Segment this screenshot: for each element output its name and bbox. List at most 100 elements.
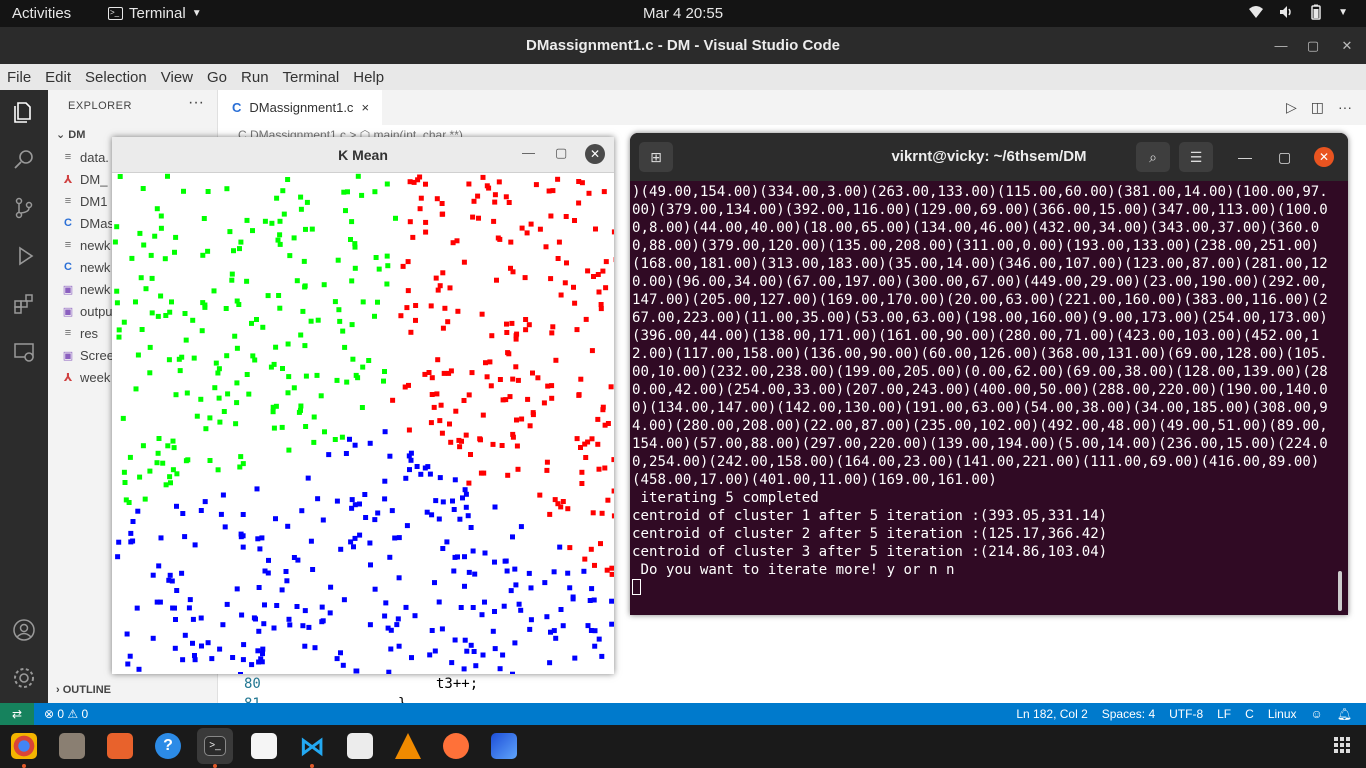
show-applications-icon[interactable]	[1334, 737, 1350, 753]
terminal-output[interactable]: )(49.00,154.00)(334.00,3.00)(263.00,133.…	[632, 181, 1336, 615]
run-debug-icon[interactable]	[12, 244, 36, 268]
menu-help[interactable]: Help	[346, 69, 391, 86]
terminal-window[interactable]: ⊞ vikrnt@vicky: ~/6thsem/DM ⌕ ☰ — ▢ ✕ )(…	[630, 133, 1348, 615]
postman-icon[interactable]	[443, 733, 469, 759]
scrollbar[interactable]	[1338, 571, 1342, 611]
data-point	[425, 464, 431, 470]
line-ending[interactable]: LF	[1217, 707, 1231, 721]
menu-run[interactable]: Run	[234, 69, 276, 86]
volume-icon	[1280, 6, 1291, 18]
cursor-position[interactable]: Ln 182, Col 2	[1016, 707, 1087, 721]
search-icon[interactable]: ⌕	[1136, 142, 1170, 172]
menu-selection[interactable]: Selection	[78, 69, 154, 86]
settings-gear-icon[interactable]	[12, 666, 36, 690]
files-icon[interactable]	[59, 733, 85, 759]
maximize-button[interactable]: ▢	[1298, 27, 1328, 64]
file-item[interactable]: ⅄ week	[62, 366, 111, 388]
more-actions-icon[interactable]: ···	[188, 94, 204, 112]
remote-indicator-icon[interactable]: ⇄	[0, 703, 34, 725]
data-point	[583, 316, 589, 322]
data-point	[492, 199, 498, 205]
menu-edit[interactable]: Edit	[38, 69, 78, 86]
file-item[interactable]: ≡ newk	[62, 234, 111, 256]
more-actions-icon[interactable]: ···	[1338, 99, 1352, 116]
data-point	[490, 628, 496, 634]
chrome-icon[interactable]	[11, 733, 37, 759]
indentation[interactable]: Spaces: 4	[1102, 707, 1155, 721]
language-mode[interactable]: C	[1245, 707, 1254, 721]
problems-indicator[interactable]: ⊗ 0 ⚠ 0	[44, 707, 88, 721]
wireshark-icon[interactable]	[491, 733, 517, 759]
file-item[interactable]: ≡ data.	[62, 146, 109, 168]
software-center-icon[interactable]	[107, 733, 133, 759]
file-item[interactable]: ⅄ DM_	[62, 168, 108, 190]
activities-button[interactable]: Activities	[12, 5, 71, 22]
data-point	[537, 492, 543, 498]
data-point	[138, 275, 144, 281]
menu-go[interactable]: Go	[200, 69, 234, 86]
data-point	[482, 550, 488, 556]
minimize-button[interactable]: —	[1266, 27, 1296, 64]
feedback-icon[interactable]: ☺	[1311, 707, 1323, 721]
document-viewer-icon[interactable]	[347, 733, 373, 759]
clock[interactable]: Mar 4 20:55	[643, 5, 723, 22]
outline-section[interactable]: › OUTLINE	[56, 684, 111, 696]
search-icon[interactable]	[12, 148, 36, 172]
file-item[interactable]: ≡ res	[62, 322, 98, 344]
text-editor-icon[interactable]	[251, 733, 277, 759]
remote-explorer-icon[interactable]	[12, 340, 36, 364]
data-point	[213, 360, 219, 366]
data-point	[130, 519, 136, 524]
data-point	[265, 293, 271, 299]
data-point	[514, 443, 520, 449]
maximize-button[interactable]: ▢	[555, 145, 567, 161]
data-point	[190, 317, 196, 323]
app-menu[interactable]: >_ Terminal ▼	[108, 5, 202, 22]
minimize-button[interactable]: —	[522, 145, 535, 160]
os-indicator[interactable]: Linux	[1268, 707, 1297, 721]
vlc-icon[interactable]	[395, 733, 421, 759]
workspace-folder[interactable]: ⌄ DM	[56, 128, 85, 141]
maximize-button[interactable]: ▢	[1278, 133, 1291, 181]
data-point	[215, 370, 221, 376]
new-tab-icon[interactable]: ⊞	[639, 142, 673, 172]
help-icon[interactable]: ?	[155, 733, 181, 759]
source-control-icon[interactable]	[12, 196, 36, 220]
minimize-button[interactable]: —	[1238, 133, 1252, 181]
menu-terminal[interactable]: Terminal	[276, 69, 347, 86]
file-item[interactable]: Cnewk	[62, 256, 110, 278]
data-point	[334, 656, 340, 662]
encoding[interactable]: UTF-8	[1169, 707, 1203, 721]
run-icon[interactable]: ▷	[1286, 99, 1297, 116]
extensions-icon[interactable]	[12, 292, 36, 316]
account-icon[interactable]	[12, 618, 36, 642]
kmean-window[interactable]: K Mean — ▢ ✕	[112, 137, 614, 674]
menu-icon[interactable]: ☰	[1179, 142, 1213, 172]
file-item[interactable]: ▣ outpu	[62, 300, 113, 322]
file-item[interactable]: ▣ newk	[62, 278, 111, 300]
notifications-icon[interactable]: 🔔︎	[1337, 707, 1352, 721]
kmean-title-bar[interactable]: K Mean	[112, 137, 614, 173]
menu-file[interactable]: File	[0, 69, 38, 86]
close-button[interactable]: ✕	[1314, 147, 1334, 167]
code-line[interactable]: t3++;	[436, 676, 478, 692]
tab-dmassignment1[interactable]: C DMassignment1.c ×	[218, 90, 382, 125]
close-button[interactable]: ✕	[1332, 27, 1362, 64]
data-point	[600, 268, 606, 274]
file-item[interactable]: C DMas	[62, 212, 114, 234]
data-point	[271, 425, 277, 431]
system-tray[interactable]: ▼	[1248, 4, 1348, 20]
data-point	[249, 320, 254, 326]
close-button[interactable]: ✕	[585, 144, 605, 164]
split-editor-icon[interactable]: ◫	[1311, 99, 1324, 116]
data-point	[180, 511, 186, 516]
menu-view[interactable]: View	[154, 69, 200, 86]
terminal-cursor	[632, 579, 641, 595]
vscode-icon[interactable]: ⋈	[299, 733, 325, 759]
file-item[interactable]: ≡ DM1	[62, 190, 108, 212]
data-point	[429, 375, 435, 381]
data-point	[428, 420, 434, 426]
file-item[interactable]: ▣ Scree	[62, 344, 114, 366]
explorer-icon[interactable]	[12, 100, 36, 124]
tab-close-icon[interactable]: ×	[361, 100, 369, 115]
